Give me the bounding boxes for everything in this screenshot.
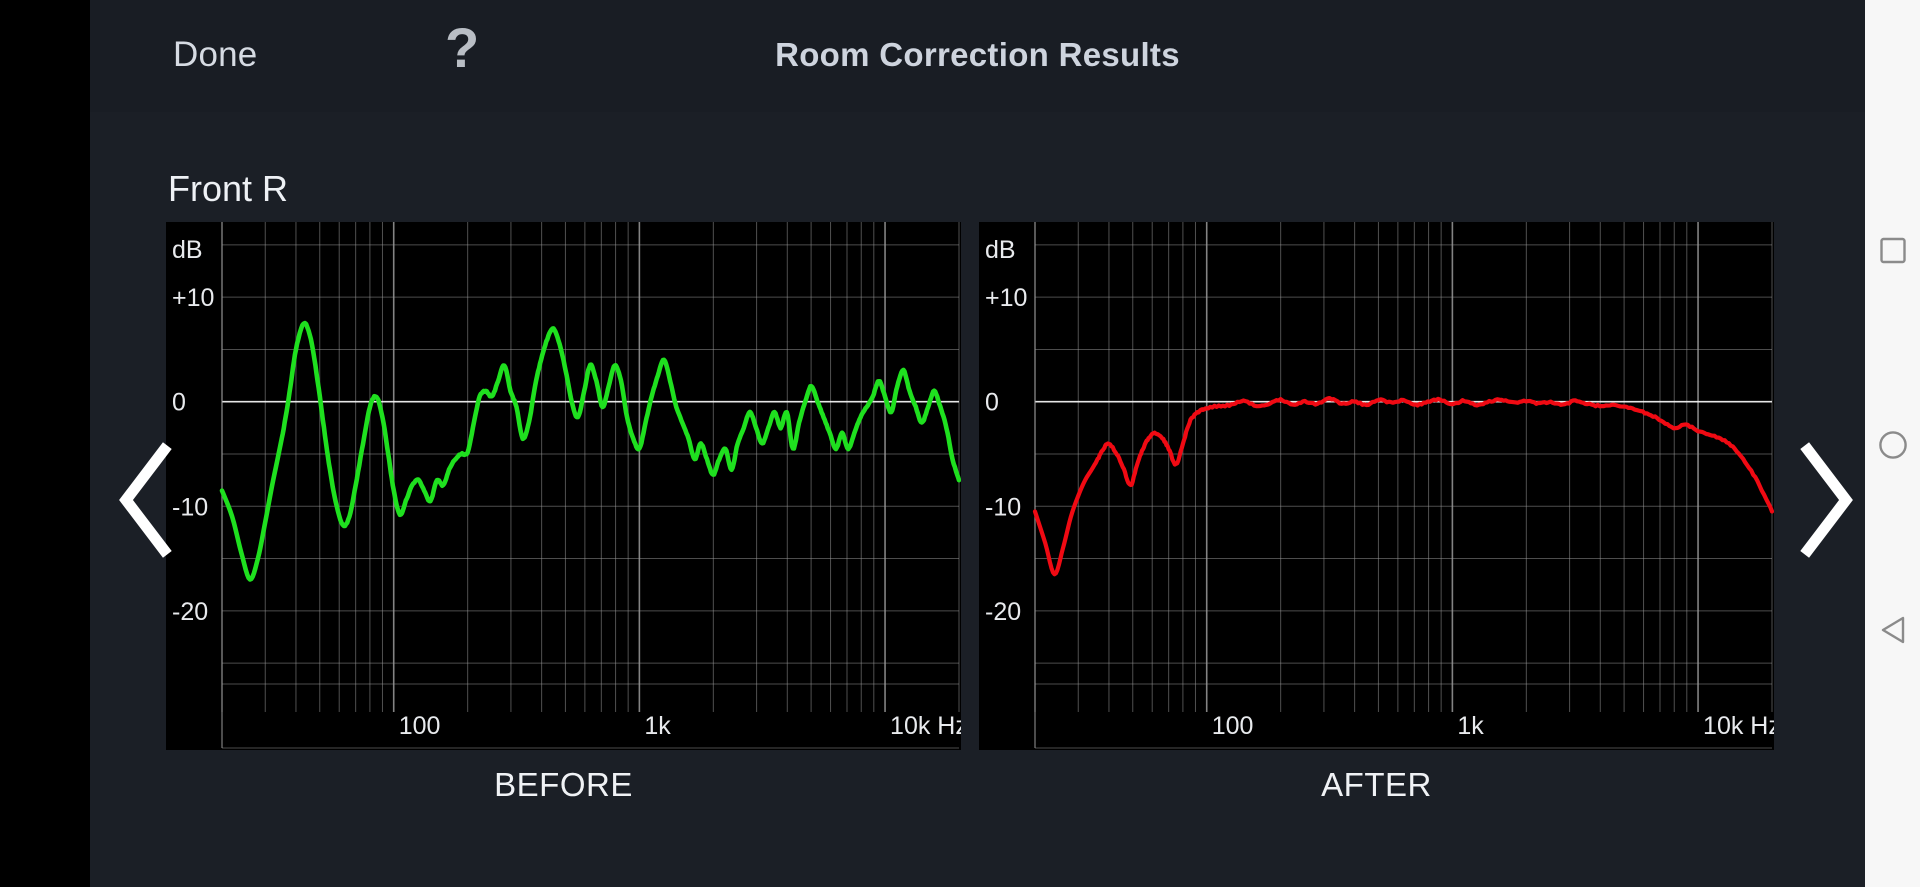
svg-text:10k Hz: 10k Hz <box>890 712 961 740</box>
channel-label: Front R <box>168 168 289 209</box>
page-title: Room Correction Results <box>775 36 1180 73</box>
app-header: Done ? Room Correction Results <box>90 0 1865 112</box>
svg-text:-20: -20 <box>985 598 1021 626</box>
chart-before: +10 0 -10 -20 dB 100 1k 10k Hz BEFORE <box>166 222 961 804</box>
svg-text:dB: dB <box>172 236 203 264</box>
app-container: Done ? Room Correction Results Front R +… <box>90 0 1865 887</box>
svg-text:dB: dB <box>985 236 1016 264</box>
svg-text:0: 0 <box>985 389 999 417</box>
svg-text:0: 0 <box>172 389 186 417</box>
svg-text:1k: 1k <box>1457 712 1484 740</box>
chart-caption-after: AFTER <box>1321 766 1432 803</box>
recents-square-icon[interactable] <box>1879 237 1906 269</box>
charts-container: +10 0 -10 -20 dB 100 1k 10k Hz BEFORE +10 0 -10 -2… <box>90 222 1865 803</box>
plot-before: +10 0 -10 -20 dB 100 1k 10k Hz <box>166 222 961 750</box>
back-triangle-icon[interactable] <box>1879 615 1907 650</box>
previous-channel-arrow-icon[interactable] <box>112 440 182 560</box>
letterbox-left <box>0 0 90 887</box>
plot-after: +10 0 -10 -20 dB 100 1k 10k Hz <box>979 222 1774 750</box>
chart-after: +10 0 -10 -20 dB 100 1k 10k Hz AFTER <box>979 222 1774 804</box>
svg-text:+10: +10 <box>172 284 214 312</box>
svg-text:1k: 1k <box>644 712 671 740</box>
svg-text:100: 100 <box>399 712 441 740</box>
svg-text:-20: -20 <box>172 598 208 626</box>
android-navigation-bar <box>1865 0 1920 887</box>
next-channel-arrow-icon[interactable] <box>1790 440 1860 560</box>
svg-text:-10: -10 <box>985 493 1021 521</box>
home-circle-icon[interactable] <box>1878 430 1908 465</box>
svg-text:10k Hz: 10k Hz <box>1703 712 1774 740</box>
spectrum-graph-after: +10 0 -10 -20 dB 100 1k 10k Hz <box>979 222 1774 750</box>
spectrum-graph-before: +100-10-20dB100 1k 10k Hz <box>166 222 961 750</box>
screen-root: Done ? Room Correction Results Front R +… <box>0 0 1920 887</box>
svg-text:100: 100 <box>1212 712 1254 740</box>
svg-text:+10: +10 <box>985 284 1027 312</box>
chart-caption-before: BEFORE <box>494 766 633 803</box>
